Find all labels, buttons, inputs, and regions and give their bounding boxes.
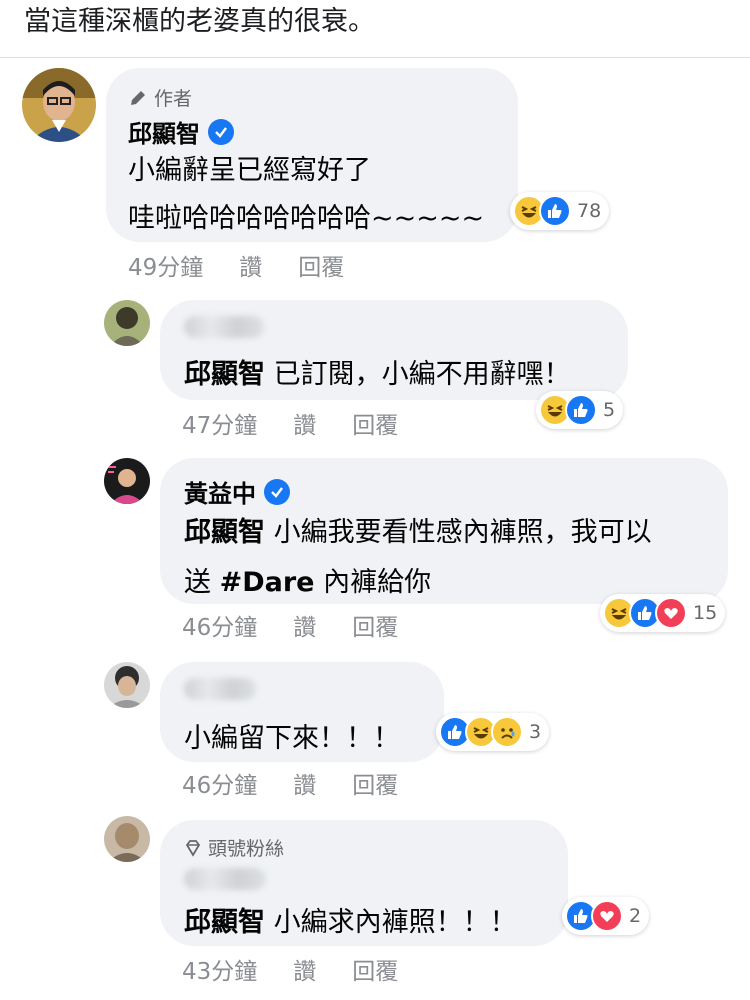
like-reaction-icon xyxy=(539,195,571,227)
avatar[interactable] xyxy=(22,68,96,142)
blurred-author-name xyxy=(184,868,266,890)
reactions-summary[interactable]: 78 xyxy=(510,192,610,230)
like-link[interactable]: 讚 xyxy=(293,406,316,440)
comment-time[interactable]: 46分鐘 xyxy=(182,608,257,642)
like-link[interactable]: 讚 xyxy=(293,952,316,986)
pencil-icon xyxy=(131,90,145,105)
like-link[interactable]: 讚 xyxy=(293,608,316,642)
post-text: 當這種深櫃的老婆真的很衰。 xyxy=(24,6,375,37)
comment-text-line: 邱顯智 小編我要看性感內褲照，我可以 xyxy=(184,510,652,549)
top-fan-tag: 頭號粉絲 xyxy=(184,834,284,861)
comment-text: 小編求內褲照！！！ xyxy=(265,907,517,938)
comment-meta: 46分鐘 讚 回覆 xyxy=(182,766,398,800)
comment-time[interactable]: 46分鐘 xyxy=(182,766,257,800)
comment-text-line: 小編留下來！！！ xyxy=(184,723,400,754)
reaction-count: 15 xyxy=(693,602,718,624)
comment-text: 已訂閱，小編不用辭嘿！ xyxy=(265,359,571,390)
mention-link[interactable]: 邱顯智 xyxy=(184,517,265,548)
avatar[interactable] xyxy=(104,816,150,862)
avatar[interactable] xyxy=(104,458,150,504)
mention-link[interactable]: 邱顯智 xyxy=(184,907,265,938)
reactions-summary[interactable]: 15 xyxy=(600,594,726,632)
reply-link[interactable]: 回覆 xyxy=(298,248,344,282)
comment-meta: 47分鐘 讚 回覆 xyxy=(182,406,398,440)
reaction-count: 78 xyxy=(577,200,602,222)
author-name-text[interactable]: 邱顯智 xyxy=(128,114,200,149)
top-fan-label: 頭號粉絲 xyxy=(208,838,285,860)
diamond-icon xyxy=(185,839,201,857)
blurred-author-name xyxy=(184,678,256,700)
reactions-summary[interactable]: 2 xyxy=(562,897,650,935)
comment-text-line: 小編辭呈已經寫好了 xyxy=(128,155,371,186)
comment-text-line: 哇啦哈哈哈哈哈哈哈~~~~~ xyxy=(128,203,485,234)
author-tag-label: 作者 xyxy=(154,88,193,110)
reaction-count: 3 xyxy=(529,721,542,743)
reply-link[interactable]: 回覆 xyxy=(352,608,398,642)
like-link[interactable]: 讚 xyxy=(293,766,316,800)
reaction-count: 5 xyxy=(603,399,616,421)
comment-text-line: 邱顯智 小編求內褲照！！！ xyxy=(184,900,517,939)
comment-time[interactable]: 43分鐘 xyxy=(182,952,257,986)
reply-link[interactable]: 回覆 xyxy=(352,406,398,440)
comment-author[interactable]: 黃益中 xyxy=(184,474,290,509)
avatar[interactable] xyxy=(104,300,150,346)
comment-meta: 46分鐘 讚 回覆 xyxy=(182,608,398,642)
sad-reaction-icon xyxy=(491,716,523,748)
comment-time[interactable]: 47分鐘 xyxy=(182,406,257,440)
divider xyxy=(0,57,750,58)
author-name-text[interactable]: 黃益中 xyxy=(184,474,256,509)
mention-link[interactable]: 邱顯智 xyxy=(184,359,265,390)
hashtag-link[interactable]: #Dare xyxy=(220,567,315,598)
comment-text: 內褲給你 xyxy=(314,567,432,598)
reply-link[interactable]: 回覆 xyxy=(352,952,398,986)
author-tag: 作者 xyxy=(128,84,192,111)
comment-time[interactable]: 49分鐘 xyxy=(128,248,203,282)
comment-author[interactable]: 邱顯智 xyxy=(128,114,234,149)
verified-badge-icon xyxy=(208,118,234,145)
comment-text-line: 送 #Dare 內褲給你 xyxy=(184,560,431,599)
like-reaction-icon xyxy=(565,394,597,426)
verified-badge-icon xyxy=(264,478,290,505)
reaction-count: 2 xyxy=(629,905,642,927)
love-reaction-icon xyxy=(591,900,623,932)
comment-meta: 43分鐘 讚 回覆 xyxy=(182,952,398,986)
reactions-summary[interactable]: 3 xyxy=(436,713,550,751)
comment-text-line: 邱顯智 已訂閱，小編不用辭嘿！ xyxy=(184,352,571,391)
comment-meta: 49分鐘 讚 回覆 xyxy=(128,248,344,282)
reactions-summary[interactable]: 5 xyxy=(536,391,624,429)
avatar[interactable] xyxy=(104,662,150,708)
love-reaction-icon xyxy=(655,597,687,629)
comment-text: 小編我要看性感內褲照，我可以 xyxy=(265,517,652,548)
comment-text: 送 xyxy=(184,567,220,598)
blurred-author-name xyxy=(184,316,264,338)
like-link[interactable]: 讚 xyxy=(239,248,262,282)
reply-link[interactable]: 回覆 xyxy=(352,766,398,800)
